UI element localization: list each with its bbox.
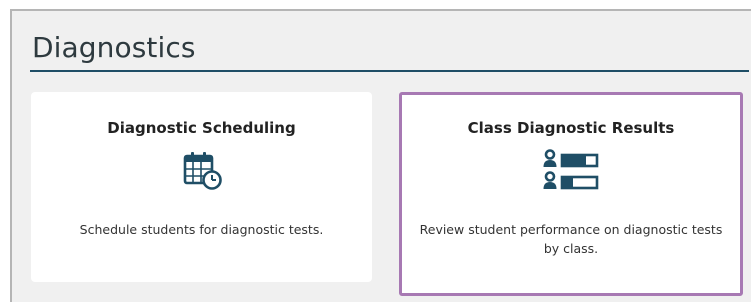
student-results-icon	[543, 149, 599, 190]
card-title: Diagnostic Scheduling	[107, 119, 296, 137]
card-description: Review student performance on diagnostic…	[419, 222, 723, 256]
section-title: Diagnostics	[32, 31, 196, 64]
calendar-clock-icon	[183, 152, 222, 190]
diagnostic-scheduling-card[interactable]: Diagnostic Scheduling Schedule students …	[31, 92, 372, 282]
title-divider	[30, 70, 749, 72]
card-description: Schedule students for diagnostic tests.	[79, 222, 324, 237]
diagnostics-panel: Diagnostics Diagnostic Scheduling Schedu…	[10, 9, 751, 302]
card-title: Class Diagnostic Results	[467, 119, 675, 137]
class-diagnostic-results-card[interactable]: Class Diagnostic Results Review student …	[399, 92, 743, 296]
